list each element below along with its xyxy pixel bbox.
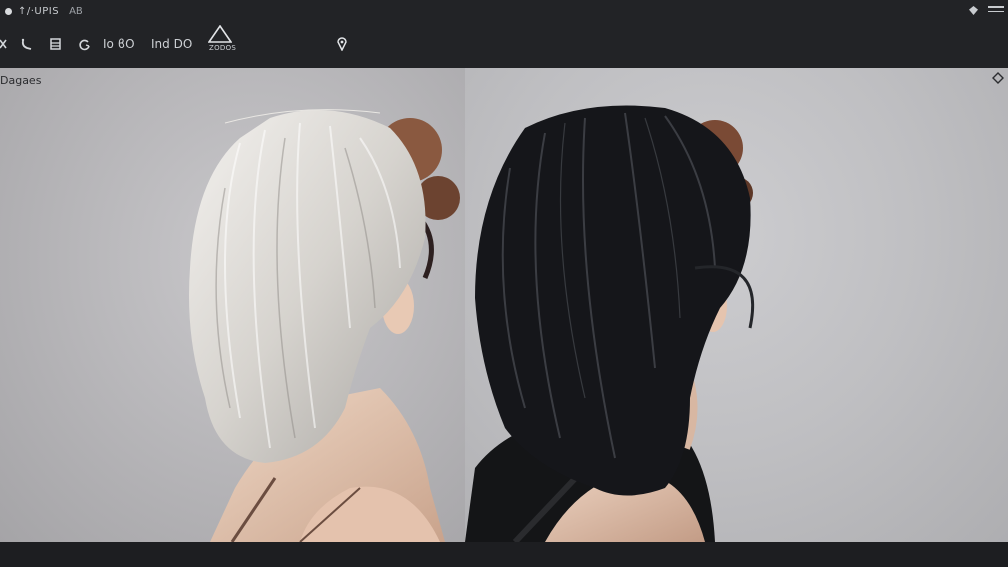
layers-icon[interactable] [50, 34, 62, 54]
pin-icon[interactable] [336, 34, 348, 54]
toolbar-text-label: Ind DO [151, 37, 193, 51]
close-x-icon[interactable] [0, 34, 8, 54]
right-image-panel[interactable] [465, 68, 1008, 542]
triangle-label: ZODOS [209, 44, 237, 52]
hamburger-menu-icon[interactable] [988, 6, 1004, 16]
left-image-panel[interactable] [0, 68, 465, 542]
toolbar-text-label: Io ϐO [103, 37, 135, 51]
refresh-icon[interactable] [78, 34, 91, 54]
window-subtitle: AB [69, 5, 83, 17]
app-icon [5, 7, 12, 15]
toolbar-text-button-1[interactable]: Io ϐO [103, 34, 135, 54]
corner-diamond-icon[interactable] [992, 72, 1004, 84]
gem-icon[interactable] [969, 6, 978, 15]
image-canvas[interactable]: Dagaes [0, 68, 1008, 542]
canvas-label: Dagaes [0, 74, 42, 87]
toolbar: Io ϐO Ind DO ZODOS [0, 22, 1008, 68]
title-bar: ↑/·UPIS AB [0, 0, 1008, 22]
brush-icon[interactable] [20, 34, 34, 54]
triangle-icon[interactable] [208, 24, 232, 44]
black-hair-figure [465, 105, 755, 542]
status-bar [0, 542, 1008, 567]
blonde-hair-figure [189, 109, 460, 542]
toolbar-text-button-2[interactable]: Ind DO [151, 34, 192, 54]
window-title: ↑/·UPIS [18, 5, 60, 17]
